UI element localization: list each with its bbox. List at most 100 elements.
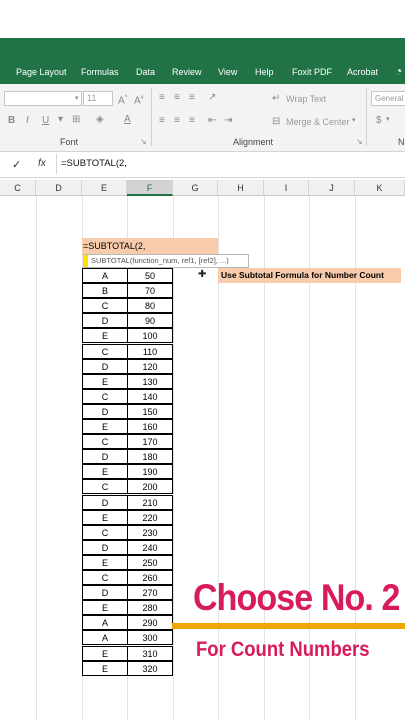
tab-view[interactable]: View: [218, 67, 237, 77]
table-cell-value[interactable]: 100: [127, 328, 173, 343]
table-cell-category[interactable]: C: [82, 298, 128, 313]
table-cell-category[interactable]: D: [82, 449, 128, 464]
dialog-launcher-icon[interactable]: ↘: [140, 136, 147, 148]
chevron-down-icon[interactable]: ▾: [352, 115, 356, 127]
align-middle-icon[interactable]: ≡: [174, 92, 180, 104]
tab-review[interactable]: Review: [172, 67, 202, 77]
wrap-text-button[interactable]: Wrap Text: [286, 94, 326, 104]
align-bottom-icon[interactable]: ≡: [189, 92, 195, 104]
align-right-icon[interactable]: ≡: [189, 115, 195, 127]
font-name-box[interactable]: [4, 91, 82, 106]
tab-data[interactable]: Data: [136, 67, 155, 77]
dialog-launcher-icon[interactable]: ↘: [356, 136, 363, 148]
decrease-indent-icon[interactable]: ⇤: [208, 115, 216, 127]
fill-color-icon[interactable]: ◈: [96, 114, 104, 126]
table-cell-value[interactable]: 160: [127, 419, 173, 434]
column-header-e[interactable]: E: [82, 180, 127, 196]
table-cell-value[interactable]: 80: [127, 298, 173, 313]
table-cell-value[interactable]: 130: [127, 374, 173, 389]
table-cell-value[interactable]: 50: [127, 268, 173, 283]
table-cell-value[interactable]: 110: [127, 344, 173, 359]
table-cell-category[interactable]: E: [82, 328, 128, 343]
table-cell-value[interactable]: 90: [127, 313, 173, 328]
table-cell-category[interactable]: B: [82, 283, 128, 298]
table-cell-category[interactable]: C: [82, 434, 128, 449]
column-header-c[interactable]: C: [0, 180, 36, 196]
tab-help[interactable]: Help: [255, 67, 274, 77]
table-cell-value[interactable]: 260: [127, 570, 173, 585]
chevron-down-icon[interactable]: ▾: [58, 114, 63, 126]
merge-icon[interactable]: ⊟: [272, 116, 280, 128]
table-cell-value[interactable]: 280: [127, 600, 173, 615]
table-cell-value[interactable]: 300: [127, 630, 173, 645]
table-cell-value[interactable]: 200: [127, 479, 173, 494]
currency-icon[interactable]: $: [376, 115, 382, 127]
column-header-h[interactable]: H: [218, 180, 264, 196]
number-format-box[interactable]: General: [371, 91, 405, 106]
increase-indent-icon[interactable]: ⇥: [224, 115, 232, 127]
formula-input[interactable]: =SUBTOTAL(2,: [61, 158, 127, 169]
font-size-box[interactable]: 11: [83, 91, 113, 106]
orientation-icon[interactable]: ↗: [208, 92, 216, 104]
table-cell-category[interactable]: E: [82, 374, 128, 389]
user-icon[interactable]: ◔: [395, 64, 402, 78]
table-cell-value[interactable]: 140: [127, 389, 173, 404]
column-header-i[interactable]: I: [264, 180, 309, 196]
column-header-f[interactable]: F: [127, 180, 173, 196]
column-header-d[interactable]: D: [36, 180, 82, 196]
column-header-j[interactable]: J: [309, 180, 355, 196]
table-cell-category[interactable]: E: [82, 661, 128, 676]
table-cell-category[interactable]: D: [82, 585, 128, 600]
table-cell-category[interactable]: E: [82, 555, 128, 570]
table-cell-value[interactable]: 290: [127, 615, 173, 630]
table-cell-value[interactable]: 320: [127, 661, 173, 676]
table-cell-category[interactable]: E: [82, 419, 128, 434]
bold-icon[interactable]: B: [8, 115, 15, 127]
table-cell-value[interactable]: 310: [127, 646, 173, 661]
align-center-icon[interactable]: ≡: [174, 115, 180, 127]
table-cell-value[interactable]: 240: [127, 540, 173, 555]
tab-page-layout[interactable]: Page Layout: [16, 67, 67, 77]
tab-foxit-pdf[interactable]: Foxit PDF: [292, 67, 332, 77]
table-cell-value[interactable]: 190: [127, 464, 173, 479]
table-cell-category[interactable]: D: [82, 495, 128, 510]
table-cell-category[interactable]: E: [82, 464, 128, 479]
table-cell-value[interactable]: 150: [127, 404, 173, 419]
align-top-icon[interactable]: ≡: [159, 92, 165, 104]
table-cell-value[interactable]: 120: [127, 359, 173, 374]
grow-font-icon[interactable]: A^: [118, 92, 128, 107]
table-cell-category[interactable]: E: [82, 646, 128, 661]
shrink-font-icon[interactable]: Av: [134, 92, 144, 107]
chevron-down-icon[interactable]: ▾: [386, 114, 390, 126]
column-header-g[interactable]: G: [173, 180, 218, 196]
table-cell-category[interactable]: D: [82, 359, 128, 374]
table-cell-value[interactable]: 250: [127, 555, 173, 570]
table-cell-category[interactable]: D: [82, 313, 128, 328]
table-cell-category[interactable]: C: [82, 389, 128, 404]
table-cell-category[interactable]: C: [82, 570, 128, 585]
editing-cell[interactable]: =SUBTOTAL(2,: [82, 238, 218, 254]
insert-function-icon[interactable]: fx: [38, 158, 46, 169]
table-cell-category[interactable]: A: [82, 615, 128, 630]
table-cell-value[interactable]: 220: [127, 510, 173, 525]
table-cell-category[interactable]: A: [82, 268, 128, 283]
tab-acrobat[interactable]: Acrobat: [347, 67, 378, 77]
align-left-icon[interactable]: ≡: [159, 115, 165, 127]
chevron-down-icon[interactable]: ▾: [75, 93, 79, 105]
borders-icon[interactable]: ⊞: [72, 114, 80, 126]
table-cell-value[interactable]: 170: [127, 434, 173, 449]
table-cell-category[interactable]: E: [82, 600, 128, 615]
table-cell-category[interactable]: C: [82, 479, 128, 494]
table-cell-category[interactable]: D: [82, 540, 128, 555]
table-cell-category[interactable]: A: [82, 630, 128, 645]
table-cell-value[interactable]: 210: [127, 495, 173, 510]
tab-formulas[interactable]: Formulas: [81, 67, 119, 77]
column-header-k[interactable]: K: [355, 180, 405, 196]
font-color-icon[interactable]: A: [124, 114, 131, 126]
table-cell-value[interactable]: 180: [127, 449, 173, 464]
table-cell-category[interactable]: C: [82, 525, 128, 540]
merge-center-button[interactable]: Merge & Center: [286, 117, 350, 127]
table-cell-category[interactable]: E: [82, 510, 128, 525]
table-cell-category[interactable]: D: [82, 404, 128, 419]
italic-icon[interactable]: I: [26, 115, 29, 127]
